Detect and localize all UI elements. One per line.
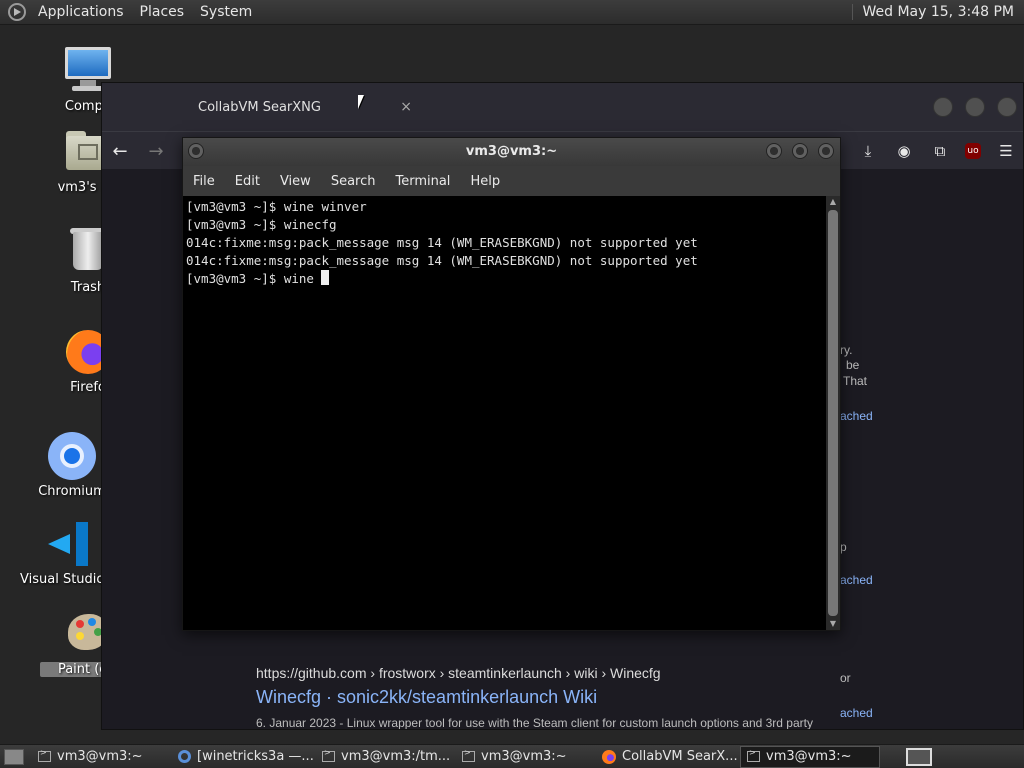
scroll-up-arrow-icon[interactable]: ▲ bbox=[826, 196, 840, 208]
taskbar-item-label: [winetricks3a —... bbox=[197, 749, 314, 764]
terminal-title: vm3@vm3:~ bbox=[465, 144, 558, 159]
distro-logo-icon[interactable] bbox=[8, 3, 26, 21]
firefox-icon bbox=[602, 749, 616, 764]
browser-tab-bar: CollabVM SearXNG × bbox=[102, 83, 1023, 131]
forward-arrow-icon[interactable]: → bbox=[138, 141, 174, 162]
taskbar-item-label: vm3@vm3:~ bbox=[57, 749, 143, 764]
terminal-titlebar[interactable]: vm3@vm3:~ bbox=[183, 138, 840, 166]
chrome-icon bbox=[178, 750, 191, 763]
terminal-line: 014c:fixme:msg:pack_message msg 14 (WM_E… bbox=[186, 253, 698, 268]
menu-view[interactable]: View bbox=[270, 174, 321, 189]
menu-file[interactable]: File bbox=[183, 174, 225, 189]
browser-close-button[interactable] bbox=[997, 97, 1017, 117]
download-icon[interactable]: ⤓ bbox=[857, 142, 879, 160]
side-text: be bbox=[846, 358, 860, 372]
browser-tab[interactable]: CollabVM SearXNG × bbox=[162, 83, 412, 131]
terminal-prompt: [vm3@vm3 ~]$ wine bbox=[186, 271, 322, 286]
mouse-pointer-icon bbox=[358, 95, 370, 109]
account-icon[interactable]: ◉ bbox=[893, 142, 915, 160]
taskbar: vm3@vm3:~ [winetricks3a —... vm3@vm3:/tm..… bbox=[0, 744, 1024, 768]
cached-link[interactable]: ached bbox=[840, 706, 873, 720]
taskbar-item[interactable]: vm3@vm3:~ bbox=[740, 745, 880, 768]
ublock-icon[interactable]: uo bbox=[965, 143, 981, 159]
menu-places[interactable]: Places bbox=[132, 4, 193, 20]
text-cursor bbox=[321, 270, 330, 285]
taskbar-item-label: vm3@vm3:~ bbox=[766, 749, 852, 764]
taskbar-item[interactable]: vm3@vm3:/tm... bbox=[316, 746, 456, 768]
cached-link[interactable]: ached bbox=[840, 573, 873, 587]
top-panel: Applications Places System Wed May 15, 3… bbox=[0, 0, 1024, 25]
side-text: p bbox=[840, 540, 847, 554]
result-snippet: 6. Januar 2023 - Linux wrapper tool for … bbox=[256, 716, 813, 730]
cached-link[interactable]: ached bbox=[840, 409, 873, 423]
terminal-prompt-line[interactable]: [vm3@vm3 ~]$ wine bbox=[186, 270, 823, 288]
menu-edit[interactable]: Edit bbox=[225, 174, 270, 189]
terminal-line: [vm3@vm3 ~]$ winecfg bbox=[186, 217, 337, 232]
menu-system[interactable]: System bbox=[192, 4, 260, 20]
result-url[interactable]: https://github.com › frostworx › steamti… bbox=[256, 665, 661, 681]
side-text: ry. bbox=[840, 343, 853, 357]
taskbar-item[interactable]: vm3@vm3:~ bbox=[456, 746, 596, 768]
scrollbar-thumb[interactable] bbox=[828, 210, 838, 616]
back-arrow-icon[interactable]: ← bbox=[102, 141, 138, 162]
result-title-link[interactable]: Winecfg · sonic2kk/steamtinkerlaunch Wik… bbox=[256, 687, 597, 708]
terminal-window[interactable]: vm3@vm3:~ File Edit View Search Terminal… bbox=[182, 137, 841, 631]
side-text: or bbox=[840, 671, 851, 685]
scroll-down-arrow-icon[interactable]: ▼ bbox=[826, 618, 840, 630]
terminal-icon bbox=[322, 748, 335, 762]
taskbar-item[interactable]: [winetricks3a —... bbox=[172, 746, 316, 768]
workspace-switcher[interactable] bbox=[906, 747, 932, 766]
show-desktop-icon[interactable] bbox=[4, 748, 24, 765]
close-button[interactable] bbox=[818, 143, 834, 159]
extensions-icon[interactable]: ⧉ bbox=[929, 142, 951, 160]
terminal-line: 014c:fixme:msg:pack_message msg 14 (WM_E… bbox=[186, 235, 698, 250]
taskbar-item-label: CollabVM SearX... bbox=[622, 749, 738, 764]
taskbar-item[interactable]: CollabVM SearX... bbox=[596, 746, 740, 768]
terminal-icon bbox=[747, 748, 760, 762]
side-text: That bbox=[843, 374, 868, 388]
taskbar-item-label: vm3@vm3:/tm... bbox=[341, 749, 451, 764]
task-list: vm3@vm3:~ [winetricks3a —... vm3@vm3:/tm..… bbox=[32, 745, 880, 768]
terminal-output[interactable]: [vm3@vm3 ~]$ wine winver [vm3@vm3 ~]$ win… bbox=[183, 196, 826, 630]
maximize-button[interactable] bbox=[792, 143, 808, 159]
vscode-icon bbox=[42, 518, 94, 570]
taskbar-item-label: vm3@vm3:~ bbox=[481, 749, 567, 764]
menu-icon[interactable]: ☰ bbox=[995, 142, 1017, 160]
terminal-icon bbox=[38, 748, 51, 762]
browser-tab-title: CollabVM SearXNG bbox=[198, 99, 321, 115]
terminal-scrollbar[interactable]: ▲ ▼ bbox=[826, 196, 840, 630]
menu-search[interactable]: Search bbox=[321, 174, 386, 189]
chromium-icon bbox=[46, 430, 98, 482]
browser-minimize-button[interactable] bbox=[933, 97, 953, 117]
minimize-button[interactable] bbox=[766, 143, 782, 159]
terminal-line: [vm3@vm3 ~]$ wine winver bbox=[186, 199, 367, 214]
menu-help[interactable]: Help bbox=[460, 174, 510, 189]
menu-applications[interactable]: Applications bbox=[30, 4, 132, 20]
terminal-menubar: File Edit View Search Terminal Help bbox=[183, 166, 840, 197]
tab-close-icon[interactable]: × bbox=[400, 99, 412, 115]
terminal-icon bbox=[462, 748, 475, 762]
browser-maximize-button[interactable] bbox=[965, 97, 985, 117]
menu-terminal[interactable]: Terminal bbox=[385, 174, 460, 189]
taskbar-item[interactable]: vm3@vm3:~ bbox=[32, 746, 172, 768]
panel-clock[interactable]: Wed May 15, 3:48 PM bbox=[851, 4, 1024, 20]
